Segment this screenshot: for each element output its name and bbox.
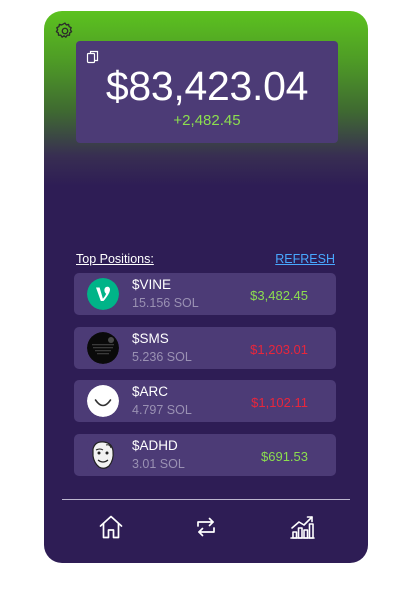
token-symbol: $ARC (132, 384, 169, 399)
swap-icon[interactable] (192, 513, 220, 541)
sms-token-icon (87, 332, 119, 364)
position-row-arc[interactable]: $ARC 4.797 SOL $1,102.11 (74, 380, 336, 422)
positions-header: Top Positions: REFRESH (76, 252, 336, 270)
token-amount: 3.01 SOL (132, 457, 185, 471)
wallet-screen: $83,423.04 +2,482.45 Top Positions: REFR… (44, 11, 368, 563)
token-symbol: $VINE (132, 277, 172, 292)
positions-title: Top Positions: (76, 252, 154, 266)
vine-logo-icon (87, 278, 119, 310)
home-icon[interactable] (97, 513, 125, 541)
token-amount: 5.236 SOL (132, 350, 192, 364)
copy-icon[interactable] (86, 50, 100, 64)
arc-smiley-icon (87, 385, 119, 417)
refresh-link[interactable]: REFRESH (275, 252, 335, 266)
balance-change: +2,482.45 (173, 112, 241, 129)
position-row-sms[interactable]: $SMS 5.236 SOL $1,203.01 (74, 327, 336, 369)
position-row-adhd[interactable]: $ADHD 3.01 SOL $691.53 (74, 434, 336, 476)
balance-card: $83,423.04 +2,482.45 (76, 41, 338, 143)
position-row-vine[interactable]: $VINE 15.156 SOL $3,482.45 (74, 273, 336, 315)
adhd-meme-icon (87, 439, 119, 471)
token-amount: 15.156 SOL (132, 296, 199, 310)
settings-gear-icon[interactable] (55, 21, 75, 41)
token-symbol: $SMS (132, 331, 169, 346)
token-value: $691.53 (261, 449, 308, 464)
token-value: $1,102.11 (251, 395, 308, 410)
token-value: $3,482.45 (250, 288, 308, 303)
token-value: $1,203.01 (250, 342, 308, 357)
nav-divider (62, 499, 350, 500)
token-symbol: $ADHD (132, 438, 178, 453)
chart-icon[interactable] (288, 513, 316, 541)
total-balance: $83,423.04 (105, 63, 309, 109)
token-amount: 4.797 SOL (132, 403, 192, 417)
